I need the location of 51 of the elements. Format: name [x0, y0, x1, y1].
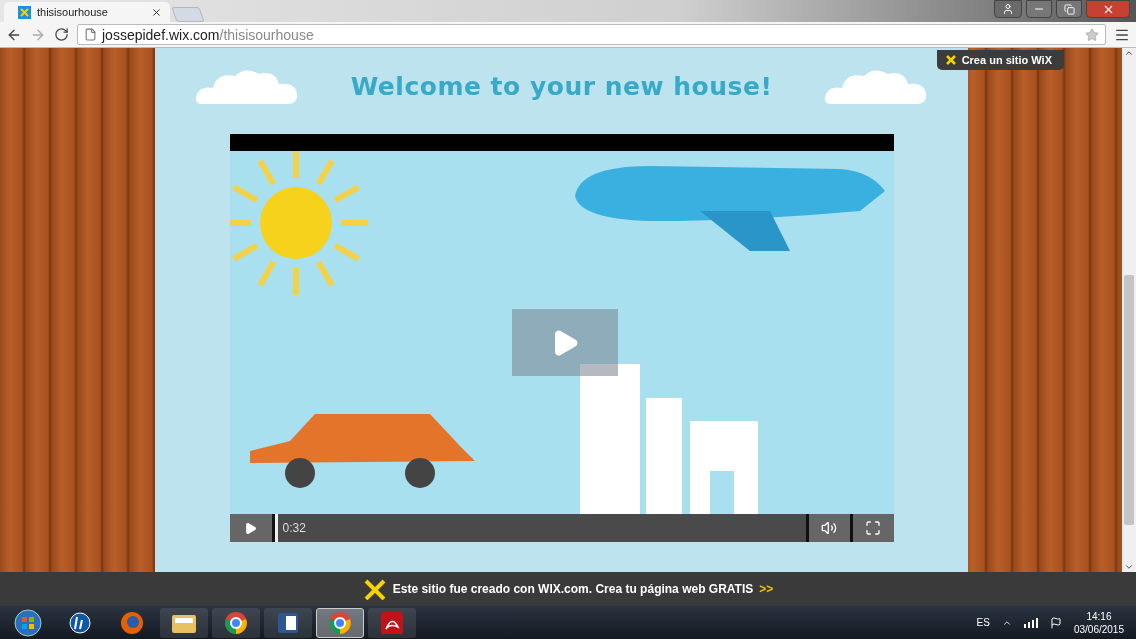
bookmark-star-icon[interactable] — [1085, 27, 1099, 42]
wix-logo-icon — [18, 5, 31, 19]
video-time: 0:32 — [282, 521, 306, 535]
taskbar-app[interactable] — [316, 607, 364, 638]
scrollbar-thumb[interactable] — [1124, 275, 1134, 525]
wix-badge[interactable]: Crea un sitio WiX — [936, 50, 1064, 70]
scroll-down-icon[interactable] — [1124, 562, 1134, 572]
flag-icon[interactable] — [1049, 616, 1062, 629]
clock-time[interactable]: 14:16 — [1086, 610, 1112, 622]
scrollbar[interactable] — [1122, 48, 1136, 572]
document-icon — [276, 610, 300, 635]
network-icon[interactable] — [1023, 617, 1038, 628]
play-icon — [244, 521, 257, 535]
clock-date[interactable]: 03/06/2015 — [1073, 623, 1124, 635]
taskbar-app[interactable] — [368, 607, 416, 638]
page-icon — [84, 28, 97, 41]
minimize-button[interactable] — [1026, 0, 1052, 18]
firefox-icon — [120, 610, 144, 635]
badge-text: Crea un sitio WiX — [961, 54, 1052, 66]
url-host: jossepidef.wix.com — [102, 26, 220, 43]
taskbar-app[interactable] — [264, 607, 312, 638]
hp-logo-icon — [69, 611, 91, 634]
wix-logo-icon — [362, 578, 387, 600]
volume-icon — [821, 520, 837, 536]
play-button[interactable] — [229, 514, 272, 542]
restore-button[interactable] — [1056, 0, 1082, 18]
address-bar[interactable]: jossepidef.wix.com/thisisourhouse — [77, 24, 1106, 45]
pdf-icon — [380, 610, 404, 635]
taskbar-app[interactable] — [212, 607, 260, 638]
fullscreen-icon — [865, 520, 881, 536]
reload-button[interactable] — [54, 27, 69, 42]
banner-text: Este sitio fue creado con WIX.com. Crea tu página web GRATIS — [392, 582, 754, 596]
chrome-icon — [328, 610, 352, 635]
close-button[interactable] — [1086, 0, 1130, 18]
progress-track[interactable]: 0:32 — [271, 514, 806, 542]
page-heading: Welcome to your new house! — [350, 71, 773, 101]
language-indicator[interactable]: ES — [976, 617, 990, 628]
restore-icon — [1063, 3, 1075, 15]
wix-logo-icon — [944, 54, 957, 66]
url-path: /thisisourhouse — [219, 26, 314, 43]
profile-button[interactable] — [994, 0, 1022, 18]
fullscreen-button[interactable] — [849, 514, 894, 542]
tab-title: thisisourhouse — [37, 6, 109, 18]
taskbar-app[interactable] — [160, 607, 208, 638]
volume-button[interactable] — [805, 514, 850, 542]
banner-link[interactable]: >> — [759, 582, 774, 596]
scroll-up-icon[interactable] — [1124, 48, 1134, 58]
chrome-icon — [224, 610, 248, 635]
close-icon[interactable] — [151, 6, 162, 18]
user-icon — [1002, 3, 1014, 15]
browser-tab[interactable]: thisisourhouse — [4, 2, 170, 22]
